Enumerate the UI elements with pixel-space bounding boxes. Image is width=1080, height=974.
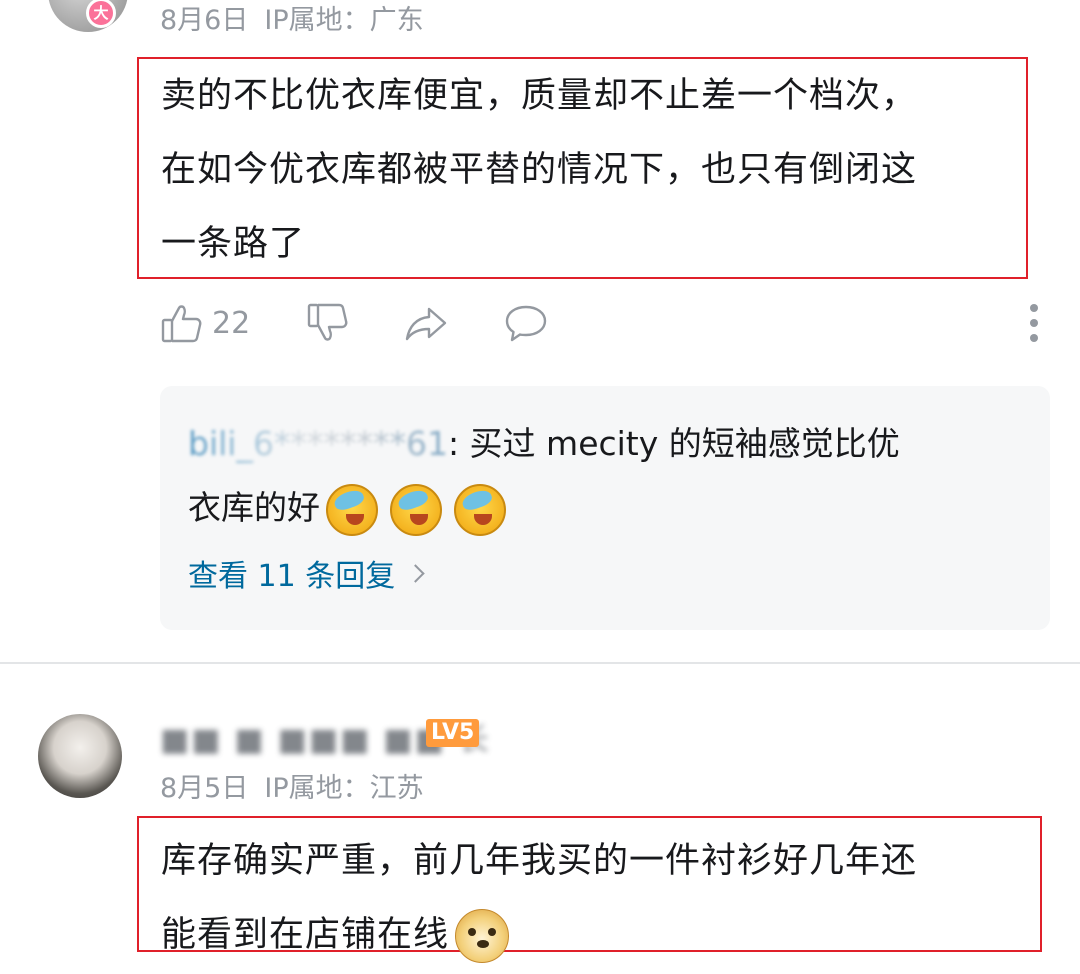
comment-date: 8月5日 xyxy=(160,773,249,804)
comment-text: 库存确实严重，前几年我买的一件衬衫好几年还 能看到在店铺在线 xyxy=(161,824,917,972)
comment-meta: 8月5日 IP属地：江苏 xyxy=(160,766,440,805)
comment-meta: 8月6日 IP属地：广东 xyxy=(160,0,440,37)
share-button[interactable] xyxy=(404,296,448,350)
comment-line-2: 能看到在店铺在线 xyxy=(161,898,917,972)
chevron-right-icon xyxy=(406,563,425,583)
reply-line-1: bili_6********61: 买过 mecity 的短袖感觉比优 xyxy=(188,412,1028,476)
ip-location: IP属地：江苏 xyxy=(264,773,424,804)
comment-line: 库存确实严重，前几年我买的一件衬衫好几年还 xyxy=(161,841,918,881)
comment-date: 8月6日 xyxy=(160,5,249,36)
thumb-down-icon xyxy=(307,303,348,341)
laughing-emoji-icon xyxy=(454,483,506,536)
reply-button[interactable] xyxy=(504,296,548,350)
share-icon xyxy=(405,307,447,341)
reply-line-2: 衣库的好 xyxy=(188,476,1028,540)
view-replies-label: 查看 11 条回复 xyxy=(188,559,396,594)
level-badge: LV5 xyxy=(426,719,480,747)
divider xyxy=(0,662,1080,664)
comment-line: 在如今优衣库都被平替的情况下，也只有倒闭这 xyxy=(161,150,918,190)
comment-line: 一条路了 xyxy=(161,224,306,264)
comment-icon xyxy=(505,305,547,342)
comment-line: 卖的不比优衣库便宜，质量却不止差一个档次， xyxy=(161,76,918,116)
like-button[interactable]: 22 xyxy=(160,296,250,350)
like-count: 22 xyxy=(212,305,251,341)
ip-location: IP属地：广东 xyxy=(264,5,424,36)
laughing-emoji-icon xyxy=(326,483,378,536)
avatar[interactable] xyxy=(38,714,122,798)
reply-content: : 买过 mecity 的短袖感觉比优 xyxy=(447,424,900,463)
view-replies-link[interactable]: 查看 11 条回复 xyxy=(188,551,425,595)
dislike-button[interactable] xyxy=(306,296,350,350)
laughing-emoji-icon xyxy=(390,483,442,536)
reply-content: 衣库的好 xyxy=(188,488,320,527)
comment-line: 能看到在店铺在线 xyxy=(161,915,450,955)
more-icon[interactable] xyxy=(1030,304,1040,342)
reply-preview-text: bili_6********61: 买过 mecity 的短袖感觉比优 衣库的好 xyxy=(188,412,1028,540)
doge-emoji-icon xyxy=(455,909,510,963)
reply-preview-panel[interactable]: bili_6********61: 买过 mecity 的短袖感觉比优 衣库的好… xyxy=(160,386,1050,630)
comment-actions: 22 xyxy=(160,296,1040,350)
thumb-up-icon xyxy=(161,305,202,343)
reply-username[interactable]: bili_6********61 xyxy=(188,424,448,463)
comment-text: 卖的不比优衣库便宜，质量却不止差一个档次， 在如今优衣库都被平替的情况下，也只有… xyxy=(161,59,917,281)
